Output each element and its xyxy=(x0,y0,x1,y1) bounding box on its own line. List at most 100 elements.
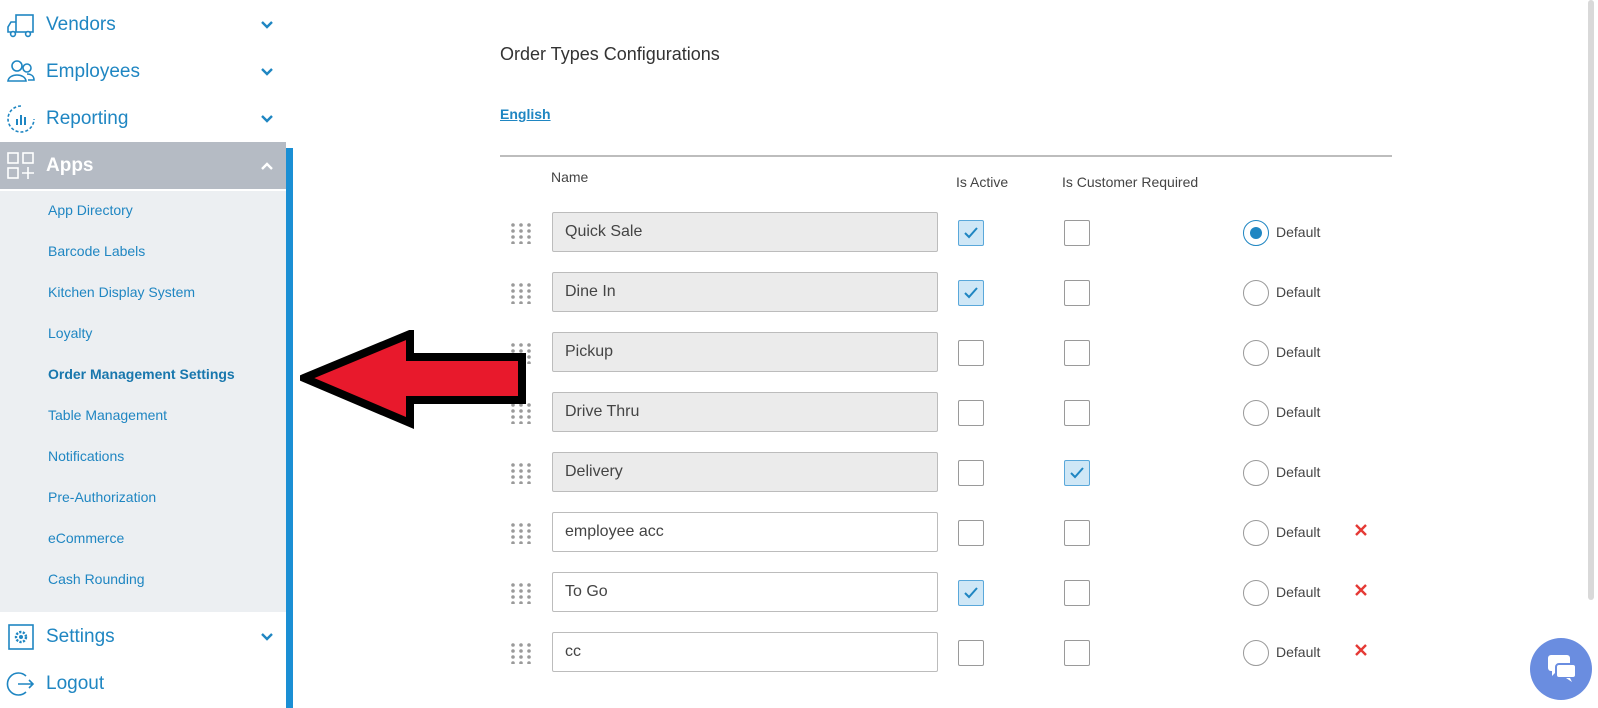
default-radio[interactable] xyxy=(1243,220,1269,246)
is-customer-required-checkbox[interactable] xyxy=(1064,640,1090,666)
submenu-app-directory[interactable]: App Directory xyxy=(48,202,133,218)
users-icon xyxy=(7,59,35,82)
is-customer-required-checkbox[interactable] xyxy=(1064,520,1090,546)
sidebar: Vendors Employees Reporting Apps App Dir… xyxy=(0,0,286,708)
is-active-checkbox[interactable] xyxy=(958,460,984,486)
delete-icon[interactable] xyxy=(1352,521,1370,539)
logout-icon xyxy=(6,671,35,696)
order-type-name-input[interactable] xyxy=(552,572,938,612)
is-customer-required-checkbox[interactable] xyxy=(1064,280,1090,306)
default-radio-label: Default xyxy=(1276,464,1321,480)
default-radio[interactable] xyxy=(1243,520,1269,546)
default-radio-label: Default xyxy=(1276,524,1321,540)
chevron-down-icon xyxy=(261,114,273,123)
default-radio-label: Default xyxy=(1276,644,1321,660)
default-radio[interactable] xyxy=(1243,580,1269,606)
apps-submenu: App Directory Barcode Labels Kitchen Dis… xyxy=(0,191,286,612)
default-radio[interactable] xyxy=(1243,400,1269,426)
is-customer-required-checkbox[interactable] xyxy=(1064,460,1090,486)
order-type-row: Default xyxy=(500,212,1380,252)
submenu-order-management-settings[interactable]: Order Management Settings xyxy=(48,366,235,382)
drag-handle-icon[interactable] xyxy=(510,642,532,664)
submenu-pre-authorization[interactable]: Pre-Authorization xyxy=(48,489,156,505)
chevron-down-icon xyxy=(261,632,273,641)
delete-icon[interactable] xyxy=(1352,581,1370,599)
chevron-down-icon xyxy=(261,20,273,29)
order-type-row: Default xyxy=(500,632,1380,672)
order-type-name-input[interactable] xyxy=(552,272,938,312)
is-active-checkbox[interactable] xyxy=(958,400,984,426)
default-radio-label: Default xyxy=(1276,344,1321,360)
default-radio[interactable] xyxy=(1243,640,1269,666)
default-radio-label: Default xyxy=(1276,224,1321,240)
divider xyxy=(500,155,1392,157)
tab-english[interactable]: English xyxy=(500,106,551,122)
is-active-checkbox[interactable] xyxy=(958,340,984,366)
default-radio[interactable] xyxy=(1243,280,1269,306)
is-active-checkbox[interactable] xyxy=(958,280,984,306)
nav-logout-label: Logout xyxy=(46,672,105,694)
nav-employees-label: Employees xyxy=(46,60,140,82)
order-type-row: Default xyxy=(500,272,1380,312)
order-type-row: Default xyxy=(500,512,1380,552)
chevron-up-icon xyxy=(261,161,273,170)
drag-handle-icon[interactable] xyxy=(510,282,532,304)
default-radio-label: Default xyxy=(1276,404,1321,420)
nav-settings-label: Settings xyxy=(46,625,115,647)
drag-handle-icon[interactable] xyxy=(510,222,532,244)
nav-logout[interactable]: Logout xyxy=(0,660,286,707)
nav-vendors-label: Vendors xyxy=(46,13,116,35)
chart-icon xyxy=(7,104,35,133)
is-customer-required-checkbox[interactable] xyxy=(1064,220,1090,246)
default-radio[interactable] xyxy=(1243,340,1269,366)
submenu-notifications[interactable]: Notifications xyxy=(48,448,124,464)
drag-handle-icon[interactable] xyxy=(510,462,532,484)
truck-icon xyxy=(7,13,34,37)
nav-apps[interactable]: Apps xyxy=(0,142,286,189)
nav-settings[interactable]: Settings xyxy=(0,613,286,660)
chat-icon xyxy=(1548,655,1577,682)
submenu-ecommerce[interactable]: eCommerce xyxy=(48,530,124,546)
sidebar-scrollbar[interactable] xyxy=(286,0,293,708)
nav-reporting[interactable]: Reporting xyxy=(0,95,286,142)
default-radio-label: Default xyxy=(1276,584,1321,600)
submenu-table-management[interactable]: Table Management xyxy=(48,407,167,423)
submenu-kitchen-display-system[interactable]: Kitchen Display System xyxy=(48,284,195,300)
is-customer-required-checkbox[interactable] xyxy=(1064,340,1090,366)
order-type-row: Default xyxy=(500,392,1380,432)
is-active-checkbox[interactable] xyxy=(958,220,984,246)
drag-handle-icon[interactable] xyxy=(510,522,532,544)
default-radio[interactable] xyxy=(1243,460,1269,486)
page-title: Order Types Configurations xyxy=(500,44,720,64)
order-type-name-input[interactable] xyxy=(552,392,938,432)
is-active-checkbox[interactable] xyxy=(958,520,984,546)
submenu-cash-rounding[interactable]: Cash Rounding xyxy=(48,571,145,587)
submenu-loyalty[interactable]: Loyalty xyxy=(48,325,92,341)
column-header-is-active: Is Active xyxy=(956,174,1009,190)
is-customer-required-checkbox[interactable] xyxy=(1064,400,1090,426)
nav-vendors[interactable]: Vendors xyxy=(0,1,286,48)
gear-icon xyxy=(8,623,34,650)
delete-icon[interactable] xyxy=(1352,641,1370,659)
chevron-down-icon xyxy=(261,67,273,76)
order-type-name-input[interactable] xyxy=(552,632,938,672)
is-active-checkbox[interactable] xyxy=(958,580,984,606)
order-type-row: Default xyxy=(500,452,1380,492)
order-type-name-input[interactable] xyxy=(552,212,938,252)
is-active-checkbox[interactable] xyxy=(958,640,984,666)
nav-apps-label: Apps xyxy=(46,154,94,176)
order-type-name-input[interactable] xyxy=(552,512,938,552)
apps-grid-icon xyxy=(7,151,34,179)
order-type-name-input[interactable] xyxy=(552,452,938,492)
red-arrow-annotation xyxy=(300,330,526,430)
chat-button[interactable] xyxy=(1530,638,1592,700)
order-type-name-input[interactable] xyxy=(552,332,938,372)
column-header-is-customer-required: Is Customer Required xyxy=(1062,174,1199,190)
page-scrollbar[interactable] xyxy=(1588,0,1594,600)
drag-handle-icon[interactable] xyxy=(510,582,532,604)
is-customer-required-checkbox[interactable] xyxy=(1064,580,1090,606)
nav-employees[interactable]: Employees xyxy=(0,48,286,95)
default-radio-label: Default xyxy=(1276,284,1321,300)
submenu-barcode-labels[interactable]: Barcode Labels xyxy=(48,243,145,259)
order-type-row: Default xyxy=(500,572,1380,612)
